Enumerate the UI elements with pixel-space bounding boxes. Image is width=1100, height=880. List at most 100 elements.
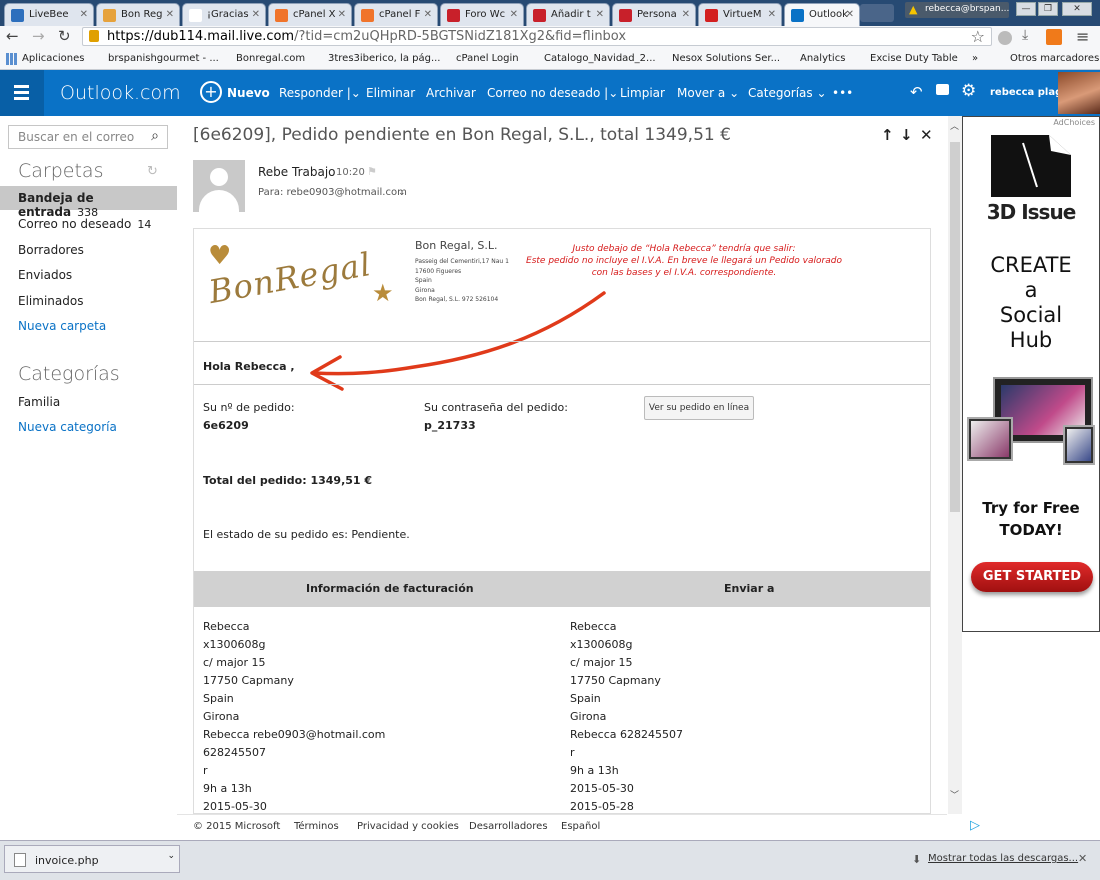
- tab-close-icon[interactable]: ✕: [596, 9, 604, 20]
- forward-icon[interactable]: →: [32, 27, 45, 45]
- previous-message-icon[interactable]: ↑: [881, 126, 894, 144]
- bookmark-star-icon[interactable]: ☆: [971, 27, 985, 46]
- extension-icon[interactable]: [998, 31, 1012, 45]
- browser-tab[interactable]: LiveBee ✕: [4, 3, 94, 26]
- browser-tab[interactable]: cPanel X ✕: [268, 3, 352, 26]
- bookmark-item[interactable]: Nesox Solutions Ser...: [672, 53, 780, 64]
- bookmark-label: Excise Duty Table: [870, 53, 958, 64]
- get-started-button[interactable]: GET STARTED: [971, 562, 1093, 592]
- bookmark-item[interactable]: Analytics: [800, 53, 845, 64]
- avatar[interactable]: [1058, 72, 1100, 114]
- folders-heading[interactable]: Carpetas: [18, 160, 103, 182]
- shipping-line: c/ major 15: [570, 656, 633, 669]
- refresh-icon[interactable]: ↻: [147, 164, 158, 179]
- folder-item[interactable]: Eliminados: [0, 289, 177, 313]
- tab-close-icon[interactable]: ✕: [166, 9, 174, 20]
- profile-icon[interactable]: [860, 4, 894, 22]
- view-order-button[interactable]: Ver su pedido en línea: [644, 396, 754, 420]
- bookmark-item[interactable]: brspanishgourmet - ...: [108, 53, 219, 64]
- bookmark-item[interactable]: Otros marcadores: [1010, 53, 1099, 64]
- tab-close-icon[interactable]: ✕: [768, 9, 776, 20]
- command-3[interactable]: Correo no deseado |⌄: [487, 86, 618, 100]
- tab-label: Bon Reg: [121, 9, 163, 20]
- bookmark-item[interactable]: Excise Duty Table: [870, 53, 958, 64]
- command-0[interactable]: Responder |⌄: [279, 86, 361, 100]
- search-icon[interactable]: ⌕: [151, 128, 159, 144]
- flag-icon[interactable]: ⚑: [367, 165, 377, 178]
- menu-icon[interactable]: ≡: [1076, 27, 1089, 46]
- command-4[interactable]: Limpiar: [620, 86, 665, 100]
- tab-close-icon[interactable]: ✕: [80, 9, 88, 20]
- scrollbar-thumb[interactable]: [950, 142, 960, 512]
- tab-close-icon[interactable]: ✕: [424, 9, 432, 20]
- chat-icon[interactable]: [936, 84, 949, 95]
- folder-item[interactable]: Enviados: [0, 263, 177, 287]
- tab-close-icon[interactable]: ✕: [510, 9, 518, 20]
- gear-icon[interactable]: ⚙: [961, 81, 976, 101]
- scroll-up-icon[interactable]: ︿: [950, 119, 959, 132]
- apps-grid-icon[interactable]: [6, 53, 18, 65]
- search-input[interactable]: Buscar en el correo ⌕: [8, 125, 168, 149]
- profile-notification[interactable]: ▲ rebecca@brspan...: [905, 2, 1009, 18]
- tab-close-icon[interactable]: ✕: [338, 9, 346, 20]
- ad-play-icon[interactable]: ▷: [970, 818, 980, 833]
- bookmark-item[interactable]: Catalogo_Navidad_2...: [544, 53, 656, 64]
- footer-link[interactable]: © 2015 Microsoft: [193, 821, 280, 832]
- footer-link[interactable]: Privacidad y cookies: [357, 821, 459, 832]
- browser-tab[interactable]: Outlook ✕: [784, 3, 860, 27]
- show-all-downloads-link[interactable]: Mostrar todas las descargas...: [928, 853, 1078, 864]
- close-downloads-icon[interactable]: ✕: [1078, 852, 1087, 865]
- bookmark-item[interactable]: Aplicaciones: [22, 53, 84, 64]
- app-launcher[interactable]: [0, 70, 44, 116]
- command-2[interactable]: Archivar: [426, 86, 476, 100]
- footer-link[interactable]: Español: [561, 821, 600, 832]
- chevron-down-icon[interactable]: ⌄: [398, 188, 406, 198]
- browser-tab[interactable]: Bon Reg ✕: [96, 3, 180, 26]
- browser-tab[interactable]: Foro Wc ✕: [440, 3, 524, 26]
- minimize-window-button[interactable]: —: [1016, 2, 1036, 16]
- download-item[interactable]: invoice.php ⌄: [4, 845, 180, 873]
- footer-link[interactable]: Términos: [294, 821, 339, 832]
- tab-close-icon[interactable]: ✕: [846, 9, 854, 20]
- address-bar[interactable]: https://dub114.mail.live.com/?tid=cm2uQH…: [82, 27, 992, 46]
- folder-item[interactable]: Nueva carpeta: [0, 314, 177, 338]
- browser-tab[interactable]: Persona ✕: [612, 3, 696, 26]
- command-1[interactable]: Eliminar: [366, 86, 415, 100]
- advertisement[interactable]: AdChoices 3D Issue CREATE a Social Hub Try …: [962, 116, 1100, 632]
- bookmark-item[interactable]: »: [972, 53, 978, 64]
- back-icon[interactable]: ←: [6, 27, 19, 45]
- browser-tab[interactable]: Añadir t ✕: [526, 3, 610, 26]
- extension-orange-icon[interactable]: [1046, 29, 1062, 45]
- bookmark-item[interactable]: Bonregal.com: [236, 53, 305, 64]
- category-item[interactable]: Familia: [0, 390, 177, 414]
- close-message-icon[interactable]: ✕: [920, 126, 933, 144]
- footer-link[interactable]: Desarrolladores: [469, 821, 548, 832]
- adchoices-label[interactable]: AdChoices: [1053, 118, 1095, 127]
- command-7[interactable]: •••: [832, 86, 853, 100]
- bookmark-item[interactable]: 3tres3iberico, la pág...: [328, 53, 441, 64]
- recipient[interactable]: Para: rebe0903@hotmail.com: [258, 187, 407, 198]
- bookmark-item[interactable]: cPanel Login: [456, 53, 519, 64]
- folder-item[interactable]: Bandeja de entrada 338: [0, 186, 177, 219]
- download-arrow-icon[interactable]: ⤓: [1022, 27, 1028, 43]
- maximize-window-button[interactable]: ❐: [1038, 2, 1058, 16]
- browser-tab[interactable]: ¡Gracias ✕: [182, 3, 266, 26]
- outlook-brand[interactable]: Outlook.com: [60, 82, 181, 104]
- command-6[interactable]: Categorías ⌄: [748, 86, 827, 100]
- browser-tab[interactable]: VirtueM ✕: [698, 3, 782, 26]
- folder-item[interactable]: Borradores: [0, 238, 177, 262]
- sender-name[interactable]: Rebe Trabajo: [258, 165, 336, 179]
- tab-close-icon[interactable]: ✕: [682, 9, 690, 20]
- tab-close-icon[interactable]: ✕: [252, 9, 260, 20]
- chevron-down-icon[interactable]: ⌄: [167, 851, 175, 861]
- browser-tab[interactable]: cPanel F ✕: [354, 3, 438, 26]
- user-name[interactable]: rebecca plag: [990, 87, 1062, 98]
- folder-item[interactable]: Correo no deseado 14: [0, 212, 177, 236]
- command-5[interactable]: Mover a ⌄: [677, 86, 739, 100]
- undo-icon[interactable]: ↶: [910, 83, 923, 101]
- reload-icon[interactable]: ↻: [58, 27, 71, 45]
- close-window-button[interactable]: ✕: [1062, 2, 1092, 16]
- category-item[interactable]: Nueva categoría: [0, 415, 177, 439]
- scroll-down-icon[interactable]: ﹀: [950, 788, 959, 801]
- next-message-icon[interactable]: ↓: [900, 126, 913, 144]
